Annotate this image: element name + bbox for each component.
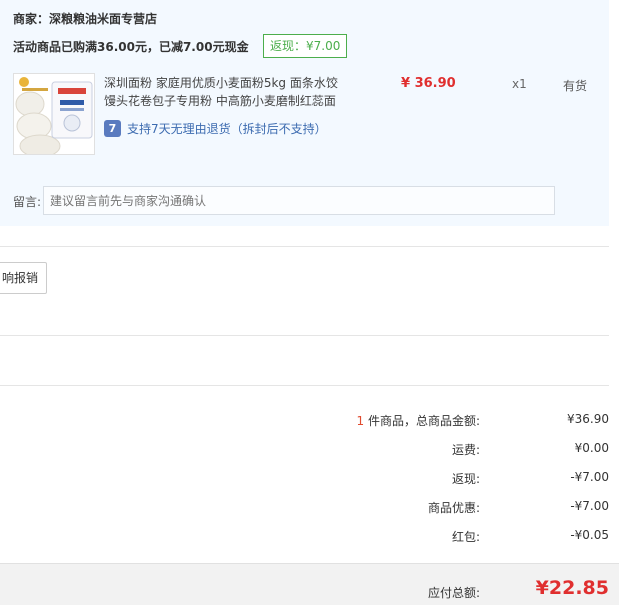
invoice-button[interactable]: 响报销 [0,262,47,294]
items-total-value: ¥36.90 [567,412,609,426]
items-label: 件商品，总商品金额: [364,414,480,428]
merchant-label: 商家： [13,12,50,26]
summary-redpacket-row: 红包: -¥0.05 [0,528,609,548]
discount-value: -¥7.00 [570,499,609,513]
product-thumbnail[interactable] [13,73,95,155]
merchant-store-name[interactable]: 深粮粮油米面专营店 [49,12,157,26]
note-input[interactable] [43,186,555,215]
section-divider [0,335,609,336]
total-label: 应付总额: [427,586,480,600]
return-policy[interactable]: 7 支持7天无理由退货（拆封后不支持） [104,120,327,137]
items-count: 1 [356,414,365,428]
section-divider [0,246,609,247]
redpacket-label: 红包: [451,530,480,544]
shipping-label: 运费: [451,443,480,457]
items-total-label: 1 件商品，总商品金额: [357,412,481,429]
shipping-value: ¥0.00 [574,441,609,455]
product-title[interactable]: 深圳面粉 家庭用优质小麦面粉5kg 面条水饺馒头花卷包子专用粉 中高筋小麦磨制红… [104,74,344,110]
return-policy-text: 支持7天无理由退货（拆封后不支持） [127,122,327,136]
promotion-text: 活动商品已购满36.00元，已减7.00元现金 [13,40,249,54]
cashback-value: -¥7.00 [570,470,609,484]
summary-discount-row: 商品优惠: -¥7.00 [0,499,609,519]
note-label: 留言: [13,195,42,209]
flour-bag-image [14,74,94,154]
total-value: ¥22.85 [535,577,609,599]
merchant-name[interactable]: 商家：深粮粮油米面专营店 [13,10,157,27]
cashback-label: 返现: [451,472,480,486]
total-bar: 应付总额: ¥22.85 [0,563,619,605]
summary-shipping-row: 运费: ¥0.00 [0,441,609,461]
redpacket-value: -¥0.05 [570,528,609,542]
order-panel: 商家：深粮粮油米面专营店 活动商品已购满36.00元，已减7.00元现金 返现：… [0,0,609,226]
section-divider [0,385,609,386]
summary-cashback-row: 返现: -¥7.00 [0,470,609,490]
summary-items-total-row: 1 件商品，总商品金额: ¥36.90 [0,412,610,432]
cashback-badge: 返现：¥7.00 [263,34,348,58]
return-7day-icon: 7 [104,120,121,137]
stock-status: 有货 [563,79,588,93]
product-price: ¥ 36.90 [401,76,456,91]
product-quantity: x1 [512,77,527,91]
discount-label: 商品优惠: [427,501,480,515]
